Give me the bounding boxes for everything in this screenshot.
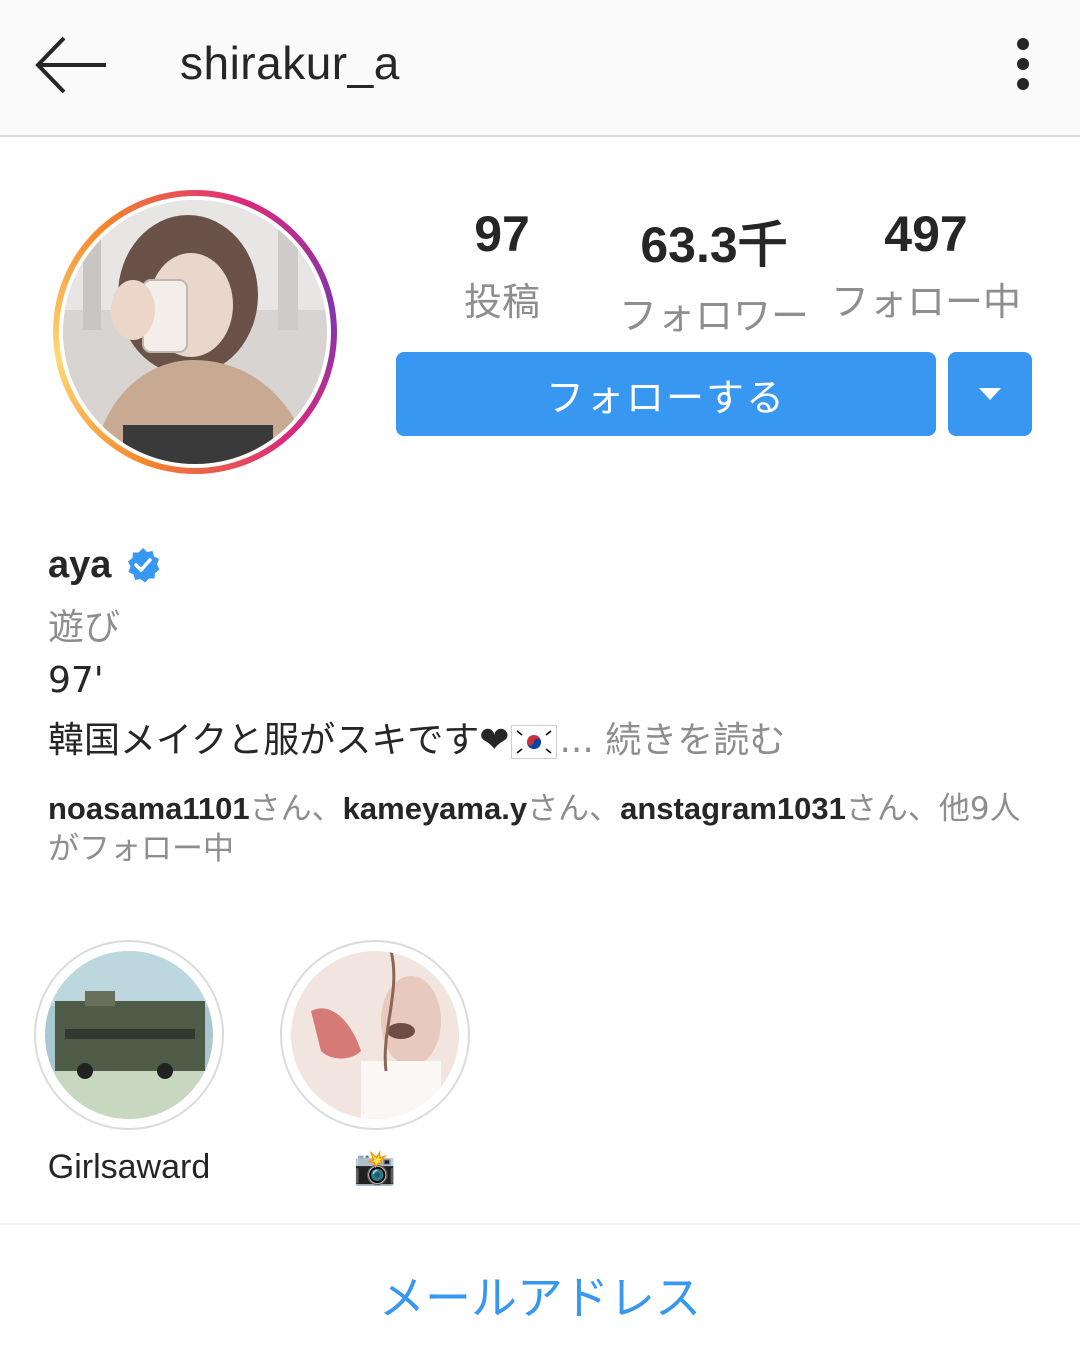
email-contact-link[interactable]: メールアドレス (0, 1262, 1080, 1328)
top-bar: shirakur_a (0, 0, 1080, 137)
highlight-label: 📸 (353, 1149, 397, 1187)
profile-avatar-story-ring[interactable] (53, 190, 337, 474)
avatar (63, 200, 327, 464)
bio-line-1: 97' (48, 660, 104, 701)
south-korea-flag-icon (511, 725, 558, 759)
followed-by-user-2: kameyama.y (342, 791, 528, 826)
stat-posts[interactable]: 97 投稿 (432, 205, 572, 326)
highlight-label: Girlsaward (47, 1148, 211, 1186)
profile-bio: aya 遊び 97' 韓国メイクと服がスキです❤... 続きを読む noasam… (48, 540, 1038, 869)
back-arrow-icon (35, 36, 106, 94)
profile-category: 遊び (48, 607, 121, 648)
bio-line-2: 韓国メイクと服がスキです❤... 続きを読む (48, 711, 1038, 763)
verified-badge-icon (128, 548, 160, 583)
posts-label: 投稿 (463, 280, 540, 324)
back-button[interactable] (30, 30, 110, 100)
posts-count: 97 (474, 206, 530, 262)
bio-ellipsis: ... (559, 720, 594, 761)
more-vertical-icon (1017, 38, 1029, 90)
followed-by-user-3: anstagram1031 (620, 791, 846, 826)
heart-icon: ❤ (479, 720, 510, 761)
more-options-button[interactable] (1000, 36, 1046, 96)
following-label: フォロー中 (830, 280, 1021, 324)
profile-username-title: shirakur_a (180, 37, 400, 89)
followed-by-user-1: noasama1101 (48, 791, 250, 826)
caret-down-icon (979, 388, 1001, 400)
stat-following[interactable]: 497 フォロー中 (820, 205, 1032, 326)
highlight-cover-image (45, 951, 213, 1119)
story-highlight-girlsaward[interactable]: Girlsaward (34, 940, 224, 1187)
story-highlight-camera[interactable]: 📸 (280, 940, 470, 1188)
read-more-link[interactable]: 続きを読む (605, 720, 785, 761)
follow-button[interactable]: フォローする (396, 352, 936, 436)
divider (0, 1223, 1080, 1225)
profile-display-name: aya (48, 543, 112, 586)
followed-by-text[interactable]: noasama1101さん、kameyama.yさん、anstagram1031… (48, 789, 1038, 869)
following-count: 497 (884, 206, 968, 262)
highlight-cover-image (291, 951, 459, 1119)
followers-label: フォロワー (618, 294, 809, 338)
suggested-accounts-dropdown-button[interactable] (948, 352, 1032, 436)
followers-count: 63.3千 (640, 217, 788, 273)
stat-followers[interactable]: 63.3千 フォロワー (604, 205, 824, 340)
bio-text: 韓国メイクと服がスキです (48, 720, 480, 761)
